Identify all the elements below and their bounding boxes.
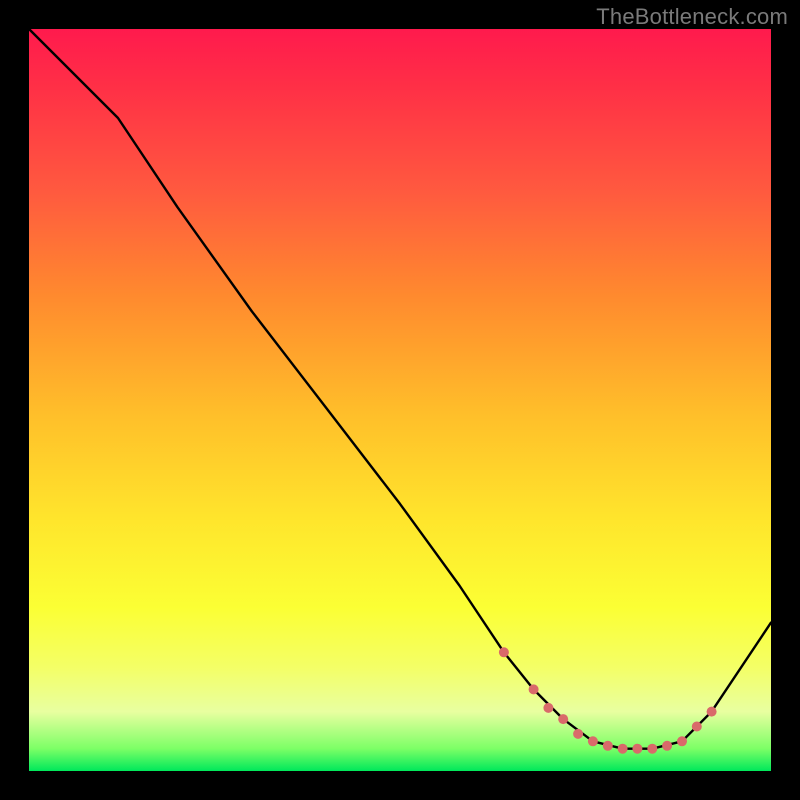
marker-dot (603, 741, 613, 751)
marker-dot (543, 703, 553, 713)
marker-dot (707, 707, 717, 717)
bottleneck-curve (29, 29, 771, 749)
marker-dot (499, 647, 509, 657)
marker-dot (618, 744, 628, 754)
marker-dot (662, 741, 672, 751)
marker-dot (677, 736, 687, 746)
chart-stage: TheBottleneck.com (0, 0, 800, 800)
marker-dot (529, 684, 539, 694)
watermark-text: TheBottleneck.com (596, 4, 788, 30)
chart-svg (29, 29, 771, 771)
marker-dots (499, 647, 717, 753)
marker-dot (647, 744, 657, 754)
marker-dot (573, 729, 583, 739)
marker-dot (692, 722, 702, 732)
marker-dot (588, 736, 598, 746)
marker-dot (632, 744, 642, 754)
marker-dot (558, 714, 568, 724)
plot-area (29, 29, 771, 771)
